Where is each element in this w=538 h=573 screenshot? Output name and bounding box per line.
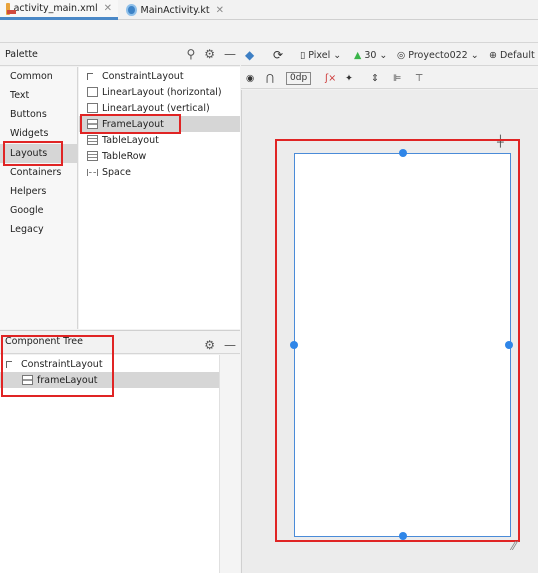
theme-label: Proyecto022 xyxy=(408,49,468,61)
palette-header: Palette ⚲ ⚙ — xyxy=(0,44,240,66)
align-icon[interactable]: ⊫ xyxy=(393,70,401,86)
category-legacy[interactable]: Legacy xyxy=(0,220,78,239)
api-label: 30 xyxy=(364,49,377,61)
item-linear-horizontal[interactable]: LinearLayout (horizontal) xyxy=(79,84,240,100)
orientation-icon[interactable]: ⟳ xyxy=(273,47,283,63)
category-google[interactable]: Google xyxy=(0,201,78,220)
phone-icon: ▯ xyxy=(300,49,306,61)
gear-icon[interactable]: ⚙ xyxy=(204,47,215,61)
table-layout-icon xyxy=(87,135,98,145)
editor-toolstrip xyxy=(0,21,538,43)
tree-scrollbar[interactable] xyxy=(219,355,240,573)
item-label: TableLayout xyxy=(102,134,159,146)
palette-categories: Common Text Buttons Widgets Layouts Cont… xyxy=(0,67,78,329)
magnet-icon[interactable]: ⋂ xyxy=(266,70,274,86)
xml-file-icon xyxy=(6,2,15,15)
locale-dropdown[interactable]: ⊕ Default xyxy=(489,47,535,63)
tab-label: activity_main.xml xyxy=(13,3,98,14)
item-constraint-layout[interactable]: ConstraintLayout xyxy=(79,68,240,84)
gear-icon[interactable]: ⚙ xyxy=(204,334,215,356)
table-row-icon xyxy=(87,151,98,161)
item-table-layout[interactable]: TableLayout xyxy=(79,132,240,148)
linear-layout-icon xyxy=(87,103,98,113)
item-label: LinearLayout (vertical) xyxy=(102,102,210,114)
item-table-row[interactable]: TableRow xyxy=(79,148,240,164)
item-label: Space xyxy=(102,166,131,178)
layers-icon[interactable]: ◆ xyxy=(245,47,254,63)
pack-icon[interactable]: ⇕ xyxy=(371,70,379,86)
android-icon: ▲ xyxy=(354,49,362,61)
close-icon[interactable]: ✕ xyxy=(104,3,112,14)
category-text[interactable]: Text xyxy=(0,86,78,105)
category-common[interactable]: Common xyxy=(0,67,78,86)
palette-items: ConstraintLayout LinearLayout (horizonta… xyxy=(79,67,240,329)
item-label: TableRow xyxy=(102,150,147,162)
constraint-layout-icon xyxy=(87,72,93,80)
editor-tab-bar: activity_main.xml ✕ MainActivity.kt ✕ xyxy=(0,0,538,20)
device-dropdown[interactable]: ▯ Pixel ⌄ xyxy=(300,47,341,63)
tab-activity-main[interactable]: activity_main.xml ✕ xyxy=(0,0,118,20)
item-label: LinearLayout (horizontal) xyxy=(102,86,222,98)
clear-constraints-icon[interactable]: ʃ× xyxy=(325,70,336,86)
design-toolbar: ◆ ⟳ ▯ Pixel ⌄ ▲ 30 ⌄ ◎ Proyecto022 ⌄ ⊕ D… xyxy=(241,44,538,66)
margin-label: 0dp xyxy=(286,71,312,85)
highlight-component-tree xyxy=(1,335,114,397)
kotlin-file-icon xyxy=(126,4,137,16)
resize-corner-icon[interactable]: ⁄⁄ xyxy=(512,539,516,553)
theme-dropdown[interactable]: ◎ Proyecto022 ⌄ xyxy=(397,47,479,63)
globe-icon: ⊕ xyxy=(489,49,497,61)
category-buttons[interactable]: Buttons xyxy=(0,105,78,124)
highlight-layouts xyxy=(3,141,63,166)
default-margin-field[interactable]: 0dp xyxy=(286,70,312,86)
item-space[interactable]: Space xyxy=(79,164,240,180)
item-label: ConstraintLayout xyxy=(102,70,184,82)
eye-icon[interactable]: ◉ xyxy=(246,70,254,86)
locale-label: Default xyxy=(499,49,535,61)
highlight-preview xyxy=(275,139,520,542)
chevron-down-icon: ⌄ xyxy=(470,49,479,61)
palette-title: Palette xyxy=(5,49,38,60)
minimize-icon[interactable]: — xyxy=(224,47,236,61)
layout-toolbar: ◉ ⋂ 0dp ʃ× ✦ ⇕ ⊫ ⊤ xyxy=(241,67,538,89)
infer-constraints-icon[interactable]: ✦ xyxy=(345,70,353,86)
category-helpers[interactable]: Helpers xyxy=(0,182,78,201)
tab-main-activity[interactable]: MainActivity.kt ✕ xyxy=(120,0,230,20)
search-icon[interactable]: ⚲ xyxy=(186,47,195,61)
chevron-down-icon: ⌄ xyxy=(333,49,342,61)
minimize-icon[interactable]: — xyxy=(224,334,236,356)
linear-layout-icon xyxy=(87,87,98,97)
space-icon xyxy=(87,168,98,176)
close-icon[interactable]: ✕ xyxy=(216,5,224,16)
tab-label: MainActivity.kt xyxy=(140,4,210,16)
chevron-down-icon: ⌄ xyxy=(379,49,388,61)
theme-icon: ◎ xyxy=(397,49,406,61)
highlight-frame-layout xyxy=(80,114,181,134)
api-dropdown[interactable]: ▲ 30 ⌄ xyxy=(354,47,387,63)
guidelines-icon[interactable]: ⊤ xyxy=(415,70,423,86)
device-label: Pixel xyxy=(308,49,331,61)
